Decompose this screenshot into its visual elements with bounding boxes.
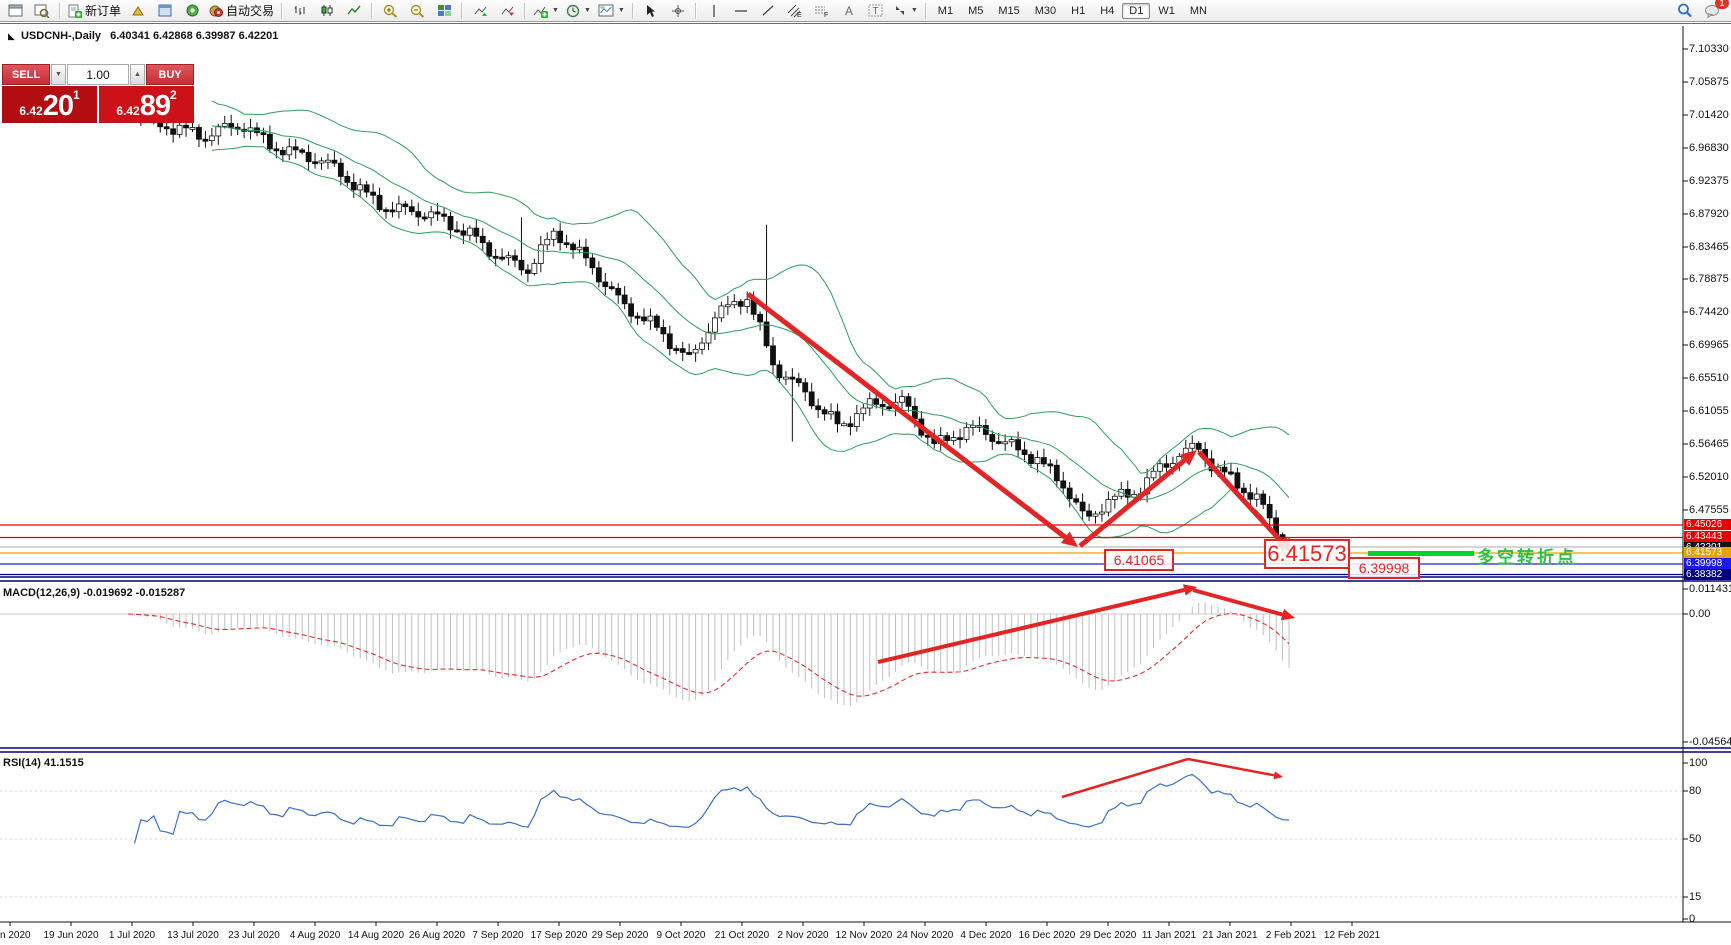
sell-price-pips: 20: [43, 92, 73, 121]
tile-windows-icon[interactable]: [431, 1, 457, 21]
sell-price-base: 6.42: [19, 104, 42, 118]
svg-text:E: E: [797, 12, 802, 18]
buy-price-point: 2: [170, 88, 177, 102]
zoom-in-icon[interactable]: [377, 1, 403, 21]
timeframe-M5[interactable]: M5: [961, 3, 990, 19]
templates-icon[interactable]: ▼: [595, 1, 628, 21]
timeframe-bar: M1M5M15M30H1H4D1W1MN: [931, 3, 1214, 19]
symbol-name: USDCNH-,Daily: [21, 30, 101, 42]
volume-increase-button[interactable]: ▲: [130, 64, 145, 85]
zoom-out-icon[interactable]: [404, 1, 430, 21]
crosshair-icon[interactable]: [665, 1, 691, 21]
chevron-down-icon: ▼: [911, 7, 918, 14]
chat-icon[interactable]: 1: [1699, 1, 1725, 21]
cursor-icon[interactable]: [638, 1, 664, 21]
toolbar-separator: [371, 3, 373, 19]
toolbar-separator: [59, 3, 61, 19]
chart-window: ◣ USDCNH-,Daily 6.40341 6.42868 6.39987 …: [0, 23, 1731, 945]
fibonacci-tool-icon[interactable]: F: [809, 1, 835, 21]
timeframe-M15[interactable]: M15: [991, 3, 1026, 19]
toolbar-separator: [461, 3, 463, 19]
sell-price-point: 1: [73, 88, 80, 102]
trendline-tool-icon[interactable]: [755, 1, 781, 21]
toolbar-separator: [524, 3, 526, 19]
main-toolbar: 新订单 自动交易: [0, 0, 1731, 22]
navigator-icon[interactable]: [179, 1, 205, 21]
text-tool-icon[interactable]: A: [836, 1, 862, 21]
indicators-icon[interactable]: ▼: [530, 1, 562, 21]
candlestick-chart-icon[interactable]: [314, 1, 340, 21]
one-click-trading-panel: SELL ▼ ▲ BUY 6.42 20 1 6.42 89 2: [2, 64, 194, 123]
timeframe-H4[interactable]: H4: [1093, 3, 1121, 19]
bar-chart-icon[interactable]: [287, 1, 313, 21]
market-watch-icon[interactable]: [125, 1, 151, 21]
buy-price-pips: 89: [140, 92, 170, 121]
chat-badge: 1: [1715, 0, 1729, 9]
sell-price-tile[interactable]: 6.42 20 1: [2, 86, 97, 123]
data-window-icon[interactable]: [152, 1, 178, 21]
toolbar-separator: [281, 3, 283, 19]
line-chart-icon[interactable]: [341, 1, 367, 21]
arrows-tool-icon[interactable]: ▼: [890, 1, 921, 21]
equidistant-channel-tool-icon[interactable]: E: [782, 1, 808, 21]
buy-button[interactable]: BUY: [146, 64, 194, 85]
chevron-down-icon: ▼: [584, 7, 591, 14]
toolbar-separator: [632, 3, 634, 19]
buy-price-base: 6.42: [116, 104, 139, 118]
svg-text:A: A: [845, 4, 853, 17]
timeframe-MN[interactable]: MN: [1183, 3, 1214, 19]
new-order-button[interactable]: 新订单: [65, 1, 124, 21]
ohlc-values: 6.40341 6.42868 6.39987 6.42201: [110, 30, 278, 42]
new-chart-icon[interactable]: [2, 1, 28, 21]
svg-text:T: T: [873, 6, 879, 17]
autotrade-button[interactable]: 自动交易: [206, 1, 277, 21]
text-label-tool-icon[interactable]: T: [863, 1, 889, 21]
chart-shift-icon[interactable]: [494, 1, 520, 21]
timeframe-M1[interactable]: M1: [931, 3, 960, 19]
volume-decrease-button[interactable]: ▼: [51, 64, 66, 85]
search-icon[interactable]: [1672, 1, 1698, 21]
window-corner-icon: ◣: [8, 31, 15, 41]
vertical-line-tool-icon[interactable]: [701, 1, 727, 21]
periods-icon[interactable]: ▼: [563, 1, 594, 21]
chevron-down-icon: ▼: [552, 7, 559, 14]
mt4-application: 新订单 自动交易: [0, 0, 1731, 945]
auto-scroll-icon[interactable]: [467, 1, 493, 21]
horizontal-line-tool-icon[interactable]: [728, 1, 754, 21]
svg-text:F: F: [824, 12, 828, 18]
symbol-title: ◣ USDCNH-,Daily 6.40341 6.42868 6.39987 …: [8, 30, 278, 42]
chart-canvas[interactable]: [0, 24, 1731, 945]
new-order-label: 新订单: [85, 2, 121, 19]
chevron-down-icon: ▼: [618, 7, 625, 14]
toolbar-separator: [925, 3, 927, 19]
timeframe-H1[interactable]: H1: [1064, 3, 1092, 19]
volume-input[interactable]: [67, 64, 129, 85]
timeframe-M30[interactable]: M30: [1028, 3, 1063, 19]
buy-price-tile[interactable]: 6.42 89 2: [99, 86, 194, 123]
toolbar-separator: [695, 3, 697, 19]
timeframe-D1[interactable]: D1: [1122, 3, 1150, 19]
timeframe-W1[interactable]: W1: [1151, 3, 1182, 19]
autotrade-label: 自动交易: [226, 2, 274, 19]
profiles-icon[interactable]: [29, 1, 55, 21]
sell-button[interactable]: SELL: [2, 64, 50, 85]
